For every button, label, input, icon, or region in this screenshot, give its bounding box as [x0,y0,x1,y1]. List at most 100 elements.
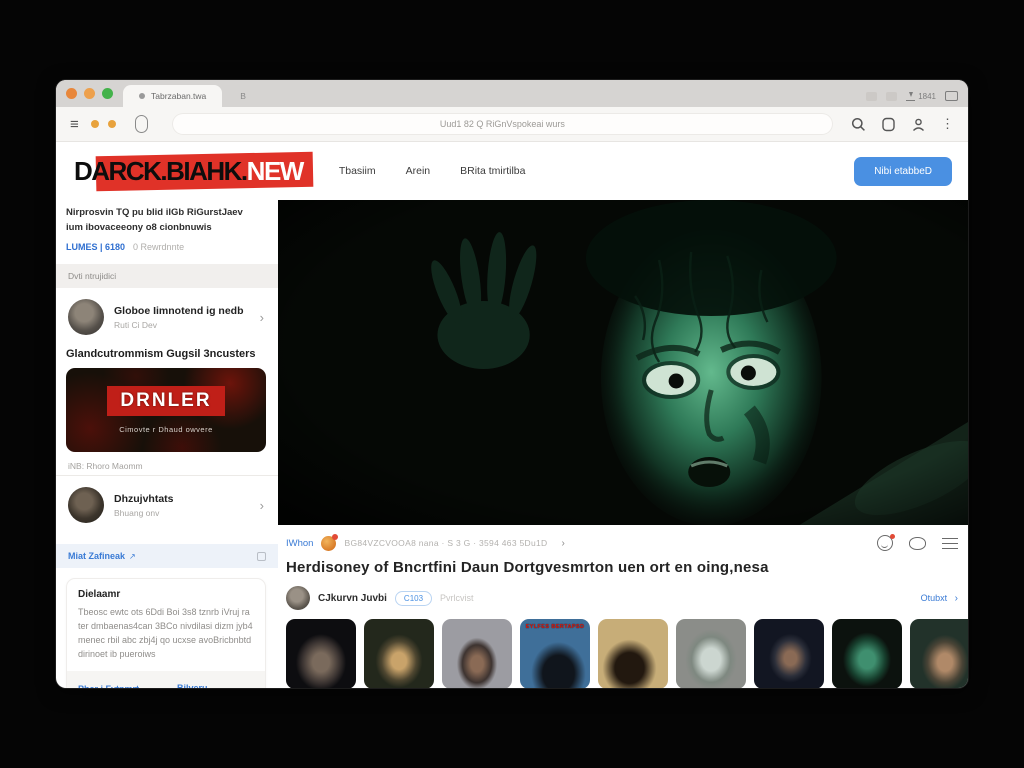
thumbnail-blue-card-silhouette[interactable]: EYLFES BERTAPSD [520,619,590,688]
kebab-menu-icon[interactable]: ⋮ [941,116,954,132]
window-maximize-button[interactable] [102,88,113,99]
search-icon[interactable] [851,117,866,132]
thumbnail-pale-ghost-face[interactable] [676,619,746,688]
sidebar-card: Dielaamr Tbeosc ewtc ots 6Ddi Boi 3s8 tz… [66,578,266,688]
channel-item-1[interactable]: Globoe Iimnotend ig nedb Ruti Ci Dev › [66,288,266,346]
site-logo[interactable]: DARCK.BIAHK.NEW [72,153,313,190]
subscribe-button[interactable]: Nibi etabbeD [854,157,952,186]
author-label: Pvrlcvist [440,593,474,603]
new-window-icon[interactable] [945,91,958,101]
nav-item-1[interactable]: Tbasiim [339,165,376,177]
account-icon[interactable] [911,117,926,132]
author-name[interactable]: CJkurvn Juvbi [318,593,387,604]
chevron-right-icon[interactable]: › [561,538,564,549]
window-close-button[interactable] [66,88,77,99]
card-footer-link-2[interactable]: Bilveru [177,683,208,688]
comments-icon[interactable] [909,537,926,550]
downloads-count: 1841 [918,92,936,101]
quick-link-bar[interactable]: Miat Zafineak ↗ [56,544,278,568]
stats-meta: 0 Rewrdnnte [133,242,184,252]
chevron-right-icon: › [260,310,264,325]
channel-title: Globoe Iimnotend ig nedb [114,305,244,317]
video-action-icons [877,535,958,551]
browser-toolbar: ≡ Uud1 82 Q RiGnVspokeai wurs ⋮ [56,107,968,142]
orange-dot-icon[interactable] [91,120,99,128]
chevron-down-icon: ▾ [147,687,151,688]
sidebar: Nirprosvin TQ pu blid ilGb RiGurstJaev i… [56,200,278,688]
toolbar-right-icons: ⋮ [851,116,954,132]
site-description-line1: Nirprosvin TQ pu blid ilGb RiGurstJaev [66,207,243,218]
card-title: Dielaamr [78,589,254,600]
url-text: Uud1 82 Q RiGnVspokeai wurs [440,119,565,129]
playlist-icon[interactable] [942,538,958,549]
browser-tab-bar: Tabrzaban.twa B 1841 [56,80,968,107]
related-thumbnails-strip: EYLFES BERTAPSD [278,614,968,688]
download-icon [906,92,915,101]
card-footer-link-1[interactable]: Pber i Fytnmrt [78,684,139,688]
window-minimize-button[interactable] [84,88,95,99]
channel-subtitle: Bhuang onv [114,508,174,518]
channel-subtitle: Ruti Ci Dev [114,320,244,330]
banner-meta: iNB: Rhoro Maomm [68,461,264,471]
author-action-link[interactable]: Otubxt [921,593,948,603]
card-footer: Pber i Fytnmrt ▾ Bilveru [67,671,265,688]
browser-tab-active[interactable]: Tabrzaban.twa [123,85,222,107]
stats-row: LUMES | 6180 0 Rewrdnnte [66,242,266,252]
card-body: Tbeosc ewtc ots 6Ddi Boi 3s8 tznrb iVruj… [78,606,254,662]
reaction-icon[interactable] [877,535,893,551]
extension-icon-2[interactable] [886,92,897,101]
coin-badge-icon[interactable] [321,536,336,551]
main-column: IWhon BG84VZCVOOA8 nana · S 3 G · 3594 4… [278,200,968,688]
video-frame-horror-face [278,200,968,525]
browser-tab-secondary[interactable]: B [222,91,264,107]
profile-icon[interactable] [881,117,896,132]
promo-banner[interactable]: DRNLER Cimovte r Dhaud owvere [66,368,266,452]
source-link[interactable]: IWhon [286,538,313,549]
shield-icon[interactable] [135,115,148,133]
quick-link[interactable]: Miat Zafineak [68,551,125,561]
banner-title: DRNLER [107,386,224,416]
site-description-line2: ium ibovaceeony o8 cionbnuwis [66,222,212,233]
author-badge: C103 [395,591,432,606]
window-controls [66,80,123,107]
browser-window: Tabrzaban.twa B 1841 ≡ Uud1 82 Q RiGnVsp… [56,80,968,688]
video-player[interactable] [278,200,968,525]
page-content: Nirprosvin TQ pu blid ilGb RiGurstJaev i… [56,200,968,688]
logo-text-main: DARCK.BIAHK. [74,156,247,186]
orange-dot-icon-2[interactable] [108,120,116,128]
banner-caption: Cimovte r Dhaud owvere [119,425,213,434]
thumbnail-dark-portrait-man[interactable] [286,619,356,688]
channel-item-2[interactable]: Dhzujvhtats Bhuang onv › [66,476,266,534]
channel-title: Dhzujvhtats [114,493,174,505]
site-description: Nirprosvin TQ pu blid ilGb RiGurstJaev i… [66,206,266,235]
author-action-wrap: Otubxt › [921,593,958,604]
video-stats: BG84VZCVOOA8 nana · S 3 G · 3594 463 5Du… [344,538,547,548]
tab-favicon [139,93,145,99]
tab-title: Tabrzaban.twa [151,91,206,101]
logo-text-accent: NEW [247,156,303,186]
author-row: CJkurvn Juvbi C103 Pvrlcvist Otubxt › [278,578,968,614]
author-avatar[interactable] [286,586,310,610]
url-bar[interactable]: Uud1 82 Q RiGnVspokeai wurs [172,113,833,135]
thumbnail-blond-man-dark[interactable] [364,619,434,688]
video-info-row: IWhon BG84VZCVOOA8 nana · S 3 G · 3594 4… [278,525,968,556]
chevron-right-icon: › [260,498,264,513]
copy-icon[interactable] [257,552,266,561]
thumbnail-woman-grey-bg[interactable] [442,619,512,688]
stats-link[interactable]: LUMES | 6180 [66,242,125,252]
menu-icon[interactable]: ≡ [70,116,79,133]
nav-item-2[interactable]: Arein [406,165,431,177]
thumbnail-green-alien-face[interactable] [832,619,902,688]
thumbnail-man-green-bg[interactable] [910,619,968,688]
site-header: DARCK.BIAHK.NEW Tbasiim Arein BRita tmir… [56,142,968,200]
nav-item-3[interactable]: BRita tmirtilba [460,165,525,177]
avatar [68,487,104,523]
extension-icon[interactable] [866,92,877,101]
sidebar-heading: Glandcutrommism Gugsil 3ncusters [66,348,266,360]
downloads-indicator[interactable]: 1841 [906,92,936,101]
thumbnail-boy-dark-blue[interactable] [754,619,824,688]
thumbnail-tan-card-curly-hair[interactable] [598,619,668,688]
sidebar-section-header: Dvti ntrujidici [56,264,278,288]
external-link-icon: ↗ [129,552,136,561]
avatar [68,299,104,335]
